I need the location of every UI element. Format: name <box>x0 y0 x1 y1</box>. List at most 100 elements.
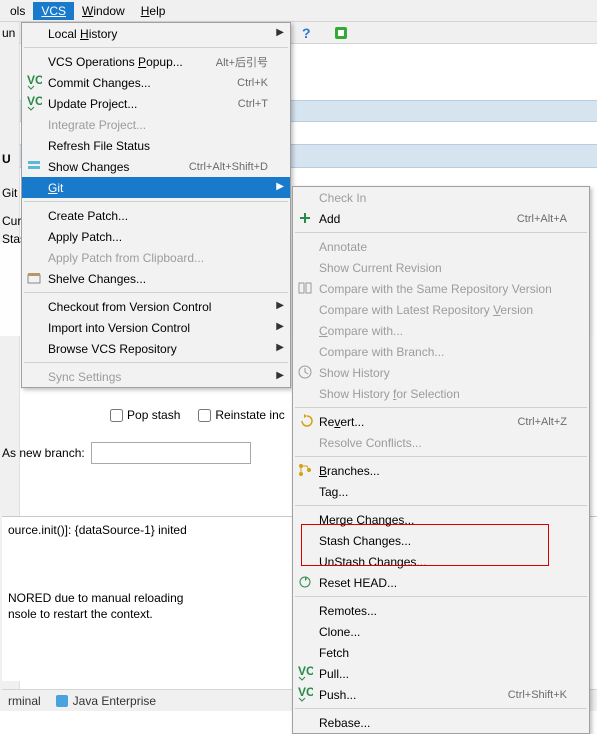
pop-stash-input[interactable] <box>110 409 123 422</box>
vcs-icon: VCS <box>26 74 42 90</box>
vcs-menu-separator <box>24 201 288 202</box>
menu-vcs[interactable]: VCS <box>33 2 74 20</box>
git-menu-reset-head[interactable]: Reset HEAD... <box>293 572 589 593</box>
menu-item-label: Stash Changes... <box>319 534 567 548</box>
menu-window[interactable]: Window <box>74 2 133 20</box>
git-menu-rebase[interactable]: Rebase... <box>293 712 589 733</box>
git-menu-separator <box>295 505 587 506</box>
submenu-arrow-icon: ▶ <box>276 342 284 353</box>
vcs-icon: VCS <box>297 686 313 702</box>
cmp-icon <box>297 280 313 296</box>
menu-item-label: Rebase... <box>319 716 567 730</box>
vcs-menu-shelve-changes[interactable]: Shelve Changes... <box>22 268 290 289</box>
menu-item-label: UnStash Changes... <box>319 555 567 569</box>
menu-item-label: Update Project... <box>48 97 214 111</box>
pop-stash-checkbox[interactable]: Pop stash <box>110 408 180 422</box>
vcs-menu-update-project[interactable]: VCSUpdate Project...Ctrl+T <box>22 93 290 114</box>
vcs-menu-commit-changes[interactable]: VCSCommit Changes...Ctrl+K <box>22 72 290 93</box>
menu-item-label: Merge Changes... <box>319 513 567 527</box>
submenu-arrow-icon: ▶ <box>276 300 284 311</box>
git-menu-show-history-for-selection: Show History for Selection <box>293 383 589 404</box>
git-menu-revert[interactable]: Revert...Ctrl+Alt+Z <box>293 411 589 432</box>
git-menu-separator <box>295 232 587 233</box>
java-enterprise-tab[interactable]: Java Enterprise <box>55 694 156 708</box>
vcs-menu-browse-vcs-repository[interactable]: Browse VCS Repository▶ <box>22 338 290 359</box>
git-menu-clone[interactable]: Clone... <box>293 621 589 642</box>
vcs-menu-show-changes[interactable]: Show ChangesCtrl+Alt+Shift+D <box>22 156 290 177</box>
menu-item-label: Compare with the Same Repository Version <box>319 282 567 296</box>
changes-icon <box>26 158 42 174</box>
menu-item-label: Local History <box>48 27 268 41</box>
new-branch-input[interactable] <box>91 442 251 464</box>
vcs-menu-refresh-file-status[interactable]: Refresh File Status <box>22 135 290 156</box>
vcs-menu-separator <box>24 47 288 48</box>
run-label-fragment: un <box>2 26 15 40</box>
git-menu-separator <box>295 407 587 408</box>
menu-item-shortcut: Ctrl+Alt+A <box>517 213 567 225</box>
vcs-menu-create-patch[interactable]: Create Patch... <box>22 205 290 226</box>
run-config-icon[interactable] <box>333 25 349 41</box>
menu-help[interactable]: Help <box>133 2 174 20</box>
menu-tools-partial[interactable]: ols <box>2 2 33 20</box>
vcs-dropdown: Local History ▶ VCS Operations Popup...Alt… <box>21 22 291 388</box>
submenu-arrow-icon: ▶ <box>276 321 284 332</box>
git-menu-merge-changes[interactable]: Merge Changes... <box>293 509 589 530</box>
hist-icon <box>297 364 313 380</box>
git-menu-add[interactable]: AddCtrl+Alt+A <box>293 208 589 229</box>
vcs-icon: VCS <box>26 95 42 111</box>
frag-cur: Cur <box>2 214 21 228</box>
menu-item-label: Create Patch... <box>48 209 268 223</box>
vcs-menu-git[interactable]: Git ▶ <box>22 177 290 198</box>
vcs-menu-import-into-version-control[interactable]: Import into Version Control▶ <box>22 317 290 338</box>
vcs-menu-checkout-from-version-control[interactable]: Checkout from Version Control▶ <box>22 296 290 317</box>
menu-item-label: Git <box>48 181 268 195</box>
menu-item-label: Commit Changes... <box>48 76 213 90</box>
menu-item-label: Annotate <box>319 240 567 254</box>
git-menu-stash-changes[interactable]: Stash Changes... <box>293 530 589 551</box>
submenu-arrow-icon: ▶ <box>276 27 284 38</box>
git-menu-unstash-changes[interactable]: UnStash Changes... <box>293 551 589 572</box>
git-menu-compare-with-latest-repository-version: Compare with Latest Repository Version <box>293 299 589 320</box>
menu-item-label: Branches... <box>319 464 567 478</box>
new-branch-row: As new branch: <box>2 442 251 464</box>
java-icon <box>55 694 69 708</box>
git-menu-compare-with-the-same-repository-version: Compare with the Same Repository Version <box>293 278 589 299</box>
git-menu-pull[interactable]: VCSPull... <box>293 663 589 684</box>
submenu-arrow-icon: ▶ <box>276 370 284 381</box>
git-menu-show-history: Show History <box>293 362 589 383</box>
vcs-menu-apply-patch-from-clipboard: Apply Patch from Clipboard... <box>22 247 290 268</box>
menu-item-label: Reset HEAD... <box>319 576 567 590</box>
menu-item-label: Compare with Latest Repository Version <box>319 303 567 317</box>
vcs-menu-apply-patch[interactable]: Apply Patch... <box>22 226 290 247</box>
vcs-menu-local-history[interactable]: Local History ▶ <box>22 23 290 44</box>
git-menu-show-current-revision: Show Current Revision <box>293 257 589 278</box>
menu-item-label: Compare with... <box>319 324 567 338</box>
reinstate-input[interactable] <box>198 409 211 422</box>
git-menu-branches[interactable]: Branches... <box>293 460 589 481</box>
svg-text:VCS: VCS <box>27 95 42 108</box>
reset-icon <box>297 574 313 590</box>
menu-item-label: Fetch <box>319 646 567 660</box>
terminal-tab[interactable]: rminal <box>8 694 41 708</box>
git-menu-remotes[interactable]: Remotes... <box>293 600 589 621</box>
git-menu-push[interactable]: VCSPush...Ctrl+Shift+K <box>293 684 589 705</box>
git-menu-tag[interactable]: Tag... <box>293 481 589 502</box>
help-icon[interactable]: ? <box>302 25 318 41</box>
vcs-menu-vcs-operations-popup[interactable]: VCS Operations Popup...Alt+后引号 <box>22 51 290 72</box>
vcs-menu-separator <box>24 292 288 293</box>
submenu-arrow-icon: ▶ <box>276 181 284 192</box>
menu-item-label: Refresh File Status <box>48 139 268 153</box>
menu-item-label: Sync Settings <box>48 370 268 384</box>
git-menu-compare-with-branch: Compare with Branch... <box>293 341 589 362</box>
add-icon <box>297 210 313 226</box>
menu-item-shortcut: Ctrl+Shift+K <box>508 689 567 701</box>
branch-icon <box>297 462 313 478</box>
git-menu-fetch[interactable]: Fetch <box>293 642 589 663</box>
menu-item-label: Show Changes <box>48 160 165 174</box>
vcs-menu-sync-settings: Sync Settings ▶ <box>22 366 290 387</box>
menu-item-label: Integrate Project... <box>48 118 268 132</box>
vcs-menu-separator <box>24 362 288 363</box>
menu-item-label: Pull... <box>319 667 567 681</box>
reinstate-checkbox[interactable]: Reinstate inc <box>198 408 284 422</box>
menu-item-label: Check In <box>319 191 567 205</box>
